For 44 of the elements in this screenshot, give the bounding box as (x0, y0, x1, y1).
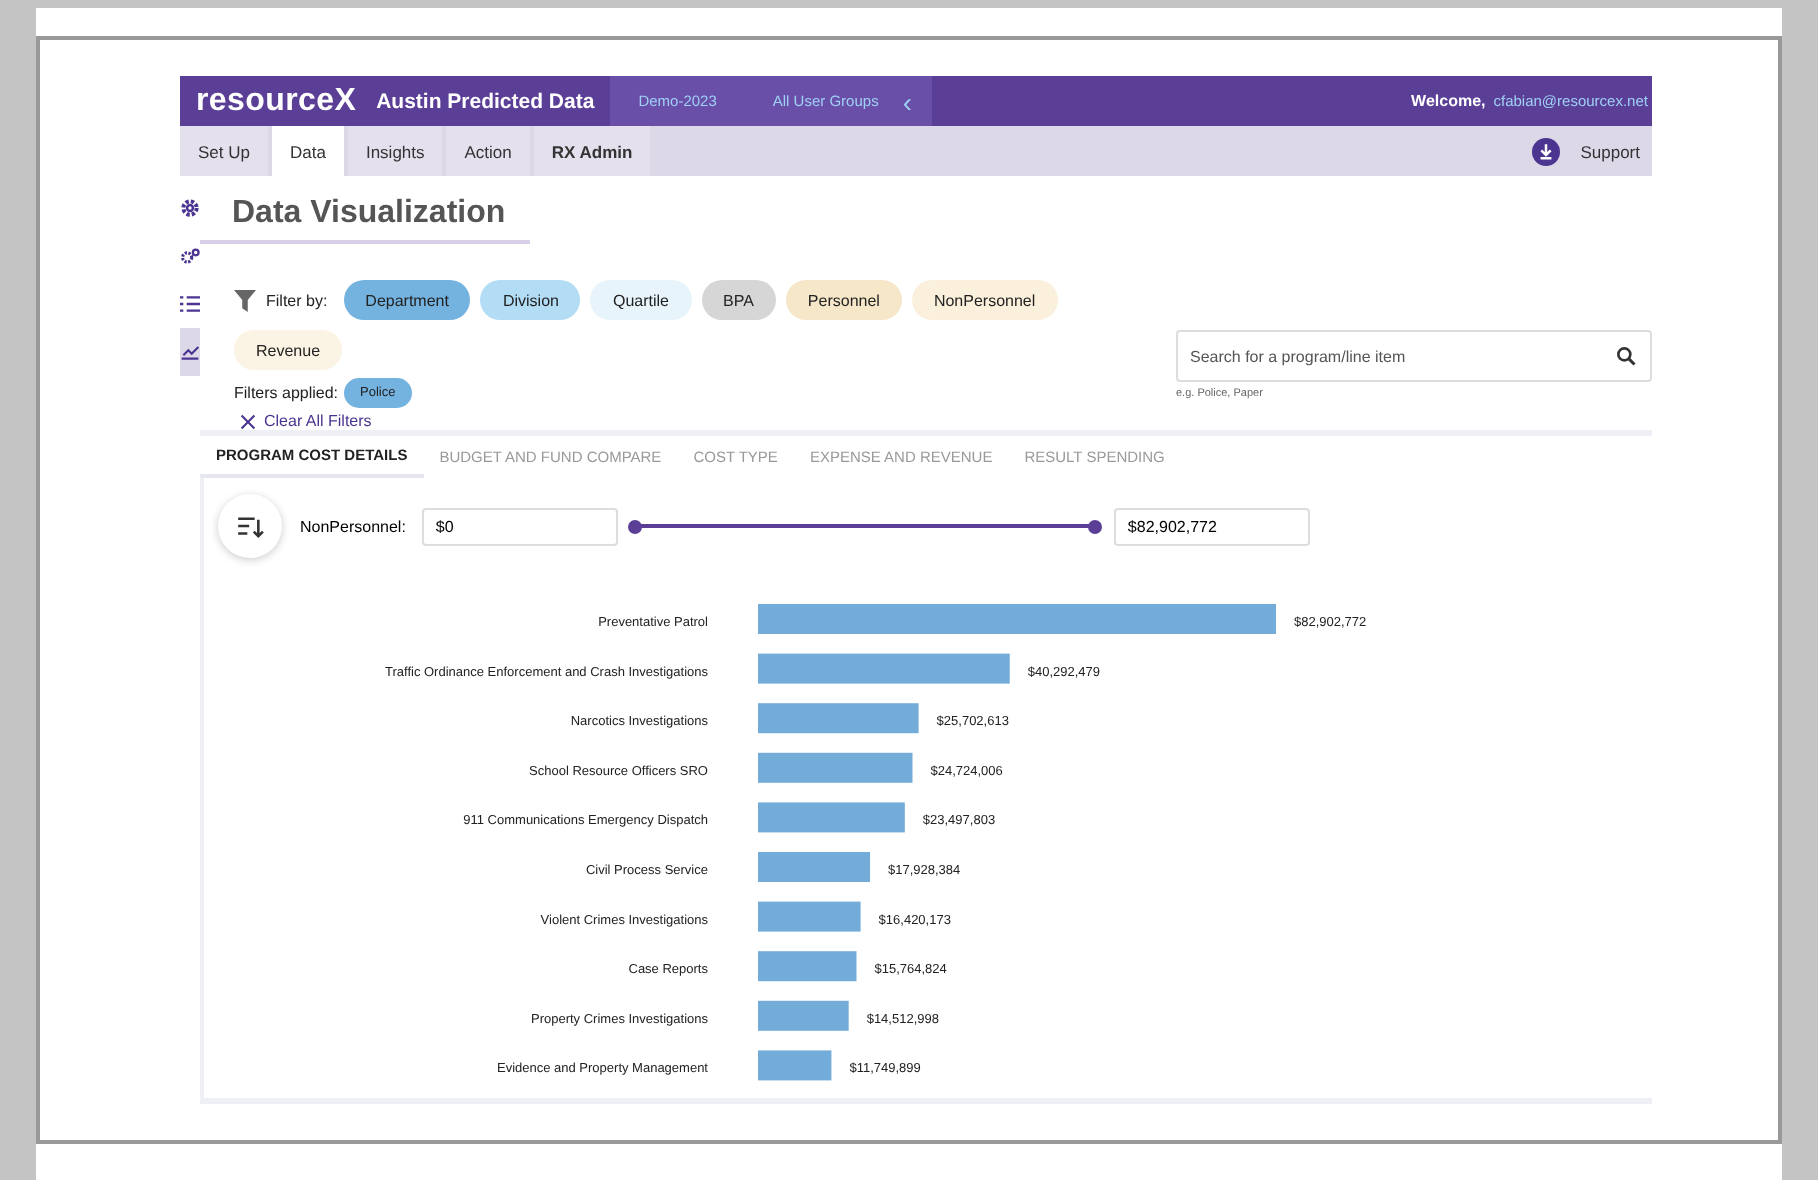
filter-chip[interactable]: Department (343, 280, 471, 320)
search-field[interactable]: Search for a program/line item (1176, 330, 1652, 382)
clear-filters-link[interactable]: Clear All Filters (234, 408, 372, 430)
filter-chip[interactable]: Division (480, 280, 581, 320)
logo[interactable]: resourceX (180, 83, 377, 119)
bar (758, 852, 870, 882)
filter-chip[interactable]: BPA (701, 280, 776, 320)
welcome-text: Welcome, (1411, 92, 1486, 110)
gear-icon (180, 198, 200, 218)
nav-tab[interactable]: Data (272, 126, 344, 176)
nav-tab[interactable]: RX Admin (533, 126, 651, 176)
slider-thumb[interactable] (1088, 519, 1103, 533)
search-icon (1616, 346, 1636, 366)
filter-chip[interactable]: NonPersonnel (911, 280, 1058, 320)
chart-icon (180, 342, 200, 362)
support-link[interactable]: Support (1580, 141, 1640, 161)
sort-button[interactable] (218, 494, 282, 558)
gears-icon (180, 246, 200, 266)
dataset-title: Austin Predicted Data (376, 89, 595, 113)
collapse-button[interactable]: ‹ (902, 76, 932, 126)
list-icon (180, 294, 200, 314)
filter-label: Filter by: (266, 291, 328, 309)
bar (758, 1000, 849, 1031)
filter-icon (234, 289, 256, 311)
nav-tab[interactable]: Set Up (180, 126, 268, 176)
range-slider[interactable] (635, 518, 1096, 534)
bar (758, 1050, 832, 1081)
page-title: Data Visualization (200, 192, 530, 244)
filter-chip[interactable]: Revenue (234, 330, 343, 370)
range-label: NonPersonnel: (300, 517, 406, 535)
nav-tab[interactable]: Insights (347, 126, 443, 176)
bar (758, 951, 857, 982)
download-icon[interactable] (1532, 137, 1561, 165)
min-value-field[interactable]: $0 (421, 507, 618, 545)
filter-chip[interactable]: Quartile (590, 280, 691, 320)
max-value-field[interactable]: $82,902,772 (1113, 507, 1310, 545)
bar (758, 901, 861, 932)
slider-thumb[interactable] (628, 519, 643, 533)
nav-tab[interactable]: Action (446, 126, 530, 176)
sort-icon (237, 515, 263, 537)
filter-chip[interactable]: Personnel (785, 280, 902, 320)
applied-label: Filters applied: (234, 384, 339, 402)
close-icon (240, 413, 256, 429)
sidebar-item[interactable] (180, 328, 200, 376)
